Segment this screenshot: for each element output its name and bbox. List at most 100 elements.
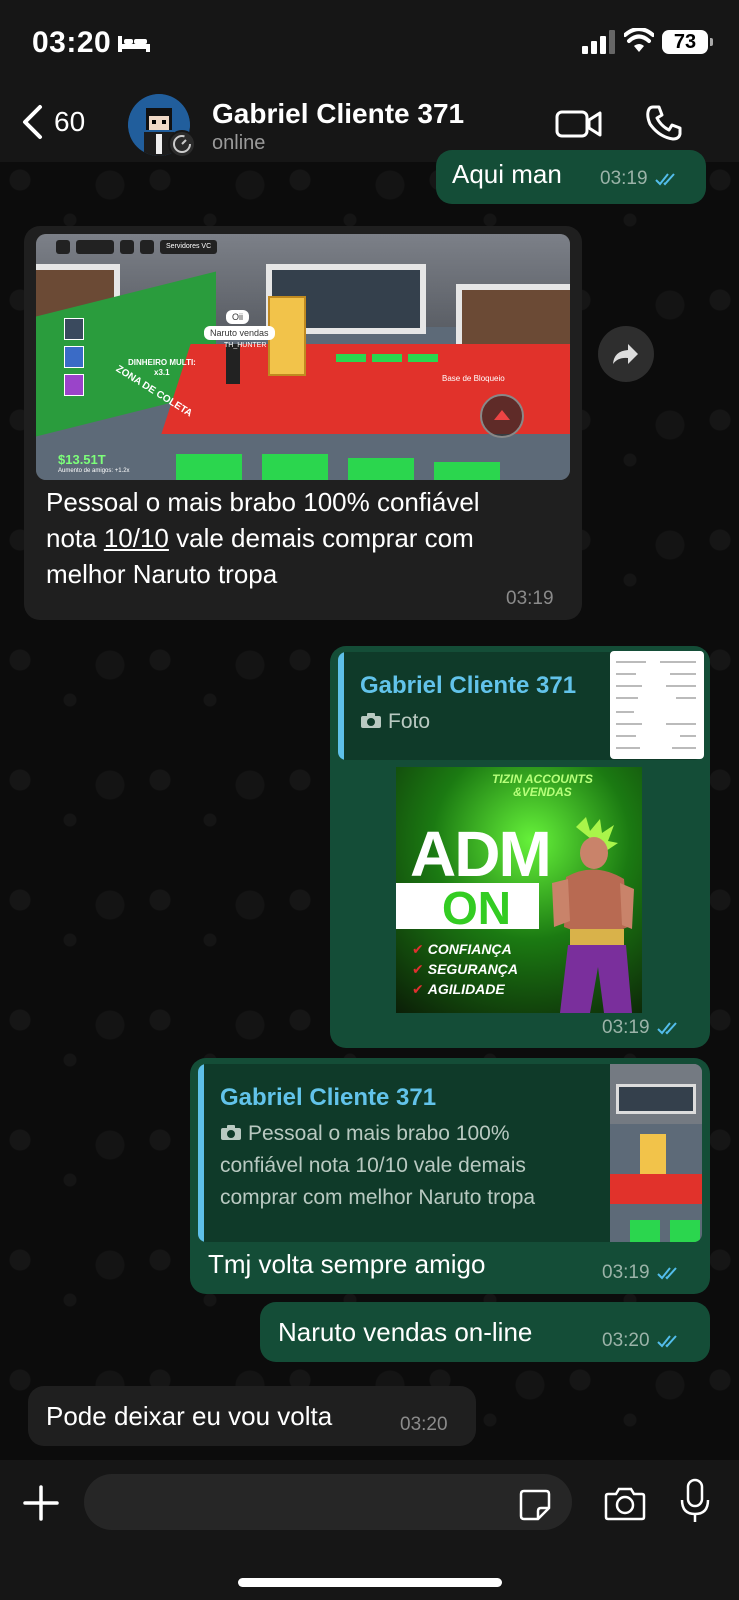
poster-features: ✔ CONFIANÇA ✔ SEGURANÇA ✔ AGILIDADE: [412, 939, 518, 999]
message-text: Naruto vendas on-line: [278, 1317, 533, 1347]
camera-icon: [361, 713, 381, 728]
message-text: Aqui man: [452, 159, 562, 189]
game-tile: [176, 454, 242, 480]
quote-accent-bar: [198, 1064, 204, 1242]
game-side-button: [64, 374, 84, 396]
quote-accent-bar: [338, 652, 344, 760]
thumb-green-tile: [670, 1220, 700, 1242]
doc-line: [680, 735, 696, 737]
message-caption: Pessoal o mais brabo 100% confiável nota…: [46, 484, 566, 592]
message-incoming[interactable]: Pode deixar eu vou volta 03:20: [28, 1386, 476, 1446]
message-time: 03:19: [600, 168, 648, 189]
contact-name[interactable]: Gabriel Cliente 371: [212, 98, 464, 130]
message-outgoing[interactable]: Naruto vendas on-line 03:20: [260, 1302, 710, 1362]
game-chat-bubble-2: Naruto vendas: [204, 326, 275, 340]
poster-title: ADM: [410, 818, 552, 890]
message-input[interactable]: [84, 1474, 572, 1530]
game-tile: [434, 462, 500, 480]
message-incoming-image[interactable]: Oii Naruto vendas TH_HUNTER Base de Bloq…: [24, 226, 582, 620]
game-toolbar-icon: [76, 240, 114, 254]
caption-line-3: melhor Naruto tropa: [46, 559, 278, 589]
read-receipt-icon: [654, 173, 675, 186]
back-button[interactable]: 60: [20, 104, 85, 140]
battery-indicator: 73: [662, 30, 713, 54]
quote-thumbnail: [610, 1064, 702, 1242]
doc-line: [660, 661, 696, 663]
quoted-message[interactable]: Gabriel Cliente 371 Pessoal o mais brabo…: [198, 1064, 702, 1242]
message-time: 03:20: [602, 1330, 650, 1351]
video-call-icon[interactable]: [555, 108, 603, 140]
game-toolbar-icon: [140, 240, 154, 254]
read-receipt-icon: [656, 1335, 677, 1348]
message-outgoing-reply[interactable]: Gabriel Cliente 371 Pessoal o mais brabo…: [190, 1058, 710, 1294]
doc-line: [666, 685, 696, 687]
thumb-green-tile: [630, 1220, 660, 1242]
doc-line: [616, 723, 642, 725]
doc-line: [616, 673, 636, 675]
poster-feature-label: CONFIANÇA: [427, 941, 512, 957]
game-top-toolbar: Servidores VC: [56, 240, 218, 254]
caption-text: nota: [46, 523, 104, 553]
sleep-focus-icon: [118, 36, 150, 52]
doc-line: [616, 685, 642, 687]
quote-type: Foto: [360, 706, 430, 738]
check-icon: ✔: [412, 961, 424, 977]
message-text: Pode deixar eu vou volta: [46, 1401, 333, 1431]
game-tile: [262, 454, 328, 480]
caption-line-1: Pessoal o mais brabo 100% confiável: [46, 487, 480, 517]
clock: 03:20: [32, 26, 112, 59]
game-money-sub: Aumento de amigos: +1.2x: [58, 468, 130, 474]
read-receipt-icon: [656, 1267, 677, 1280]
composer-bar: [0, 1460, 739, 1600]
game-toolbar-icon: [120, 240, 134, 254]
forward-button[interactable]: [598, 326, 654, 382]
game-screenshot-image[interactable]: Oii Naruto vendas TH_HUNTER Base de Bloq…: [36, 234, 570, 480]
voice-call-icon[interactable]: [645, 104, 683, 142]
rating-link[interactable]: 10/10: [104, 523, 169, 553]
cellular-signal-icon: [582, 30, 615, 54]
game-servers-button: Servidores VC: [160, 240, 218, 254]
game-tile: [348, 458, 414, 480]
caption-line-2: nota 10/10 vale demais comprar com: [46, 520, 566, 556]
message-time: 03:19: [602, 1017, 650, 1038]
doc-line: [672, 747, 696, 749]
game-base-label: Base de Bloqueio: [442, 374, 505, 383]
poster-feature-label: AGILIDADE: [427, 981, 505, 997]
plus-icon[interactable]: [22, 1484, 60, 1522]
sticker-icon[interactable]: [518, 1488, 552, 1522]
doc-line: [666, 723, 696, 725]
contact-status: online: [212, 132, 266, 154]
home-indicator[interactable]: [238, 1578, 502, 1587]
message-meta: 03:20: [400, 1414, 448, 1436]
camera-icon: [221, 1125, 241, 1140]
camera-icon[interactable]: [604, 1484, 646, 1522]
thumb-red-carpet: [610, 1174, 702, 1204]
microphone-icon[interactable]: [680, 1478, 710, 1524]
poster-character-icon: [552, 817, 634, 1013]
quote-line-1: Pessoal o mais brabo 100%: [220, 1118, 610, 1150]
game-tile: [408, 354, 438, 362]
quote-author: Gabriel Cliente 371: [360, 672, 577, 699]
quote-thumbnail: [610, 651, 704, 759]
game-character-player: [226, 344, 240, 384]
poster-brand-line-2: &VENDAS: [513, 785, 572, 799]
check-icon: ✔: [412, 981, 424, 997]
forward-arrow-icon: [613, 344, 638, 364]
status-bar: 03:20 73: [0, 0, 739, 90]
unread-count: 60: [54, 106, 86, 137]
quote-type-label: Foto: [388, 710, 431, 733]
game-side-buttons: [64, 318, 84, 396]
quote-line-text: Pessoal o mais brabo 100%: [248, 1122, 510, 1145]
doc-line: [616, 661, 646, 663]
adm-poster-image[interactable]: TIZIN ACCOUNTS &VENDAS ADM ON ✔ CONFIANÇA …: [396, 767, 642, 1013]
message-meta: 03:20: [602, 1330, 684, 1352]
doc-line: [616, 735, 636, 737]
game-money: $13.51T: [58, 452, 106, 467]
game-tile: [372, 354, 402, 362]
message-time: 03:19: [602, 1262, 650, 1283]
message-outgoing[interactable]: Aqui man 03:19: [436, 150, 706, 204]
game-tile: [336, 354, 366, 362]
doc-line: [616, 747, 640, 749]
game-chat-bubble-1: Oii: [226, 310, 249, 324]
chevron-left-icon: [23, 105, 42, 139]
